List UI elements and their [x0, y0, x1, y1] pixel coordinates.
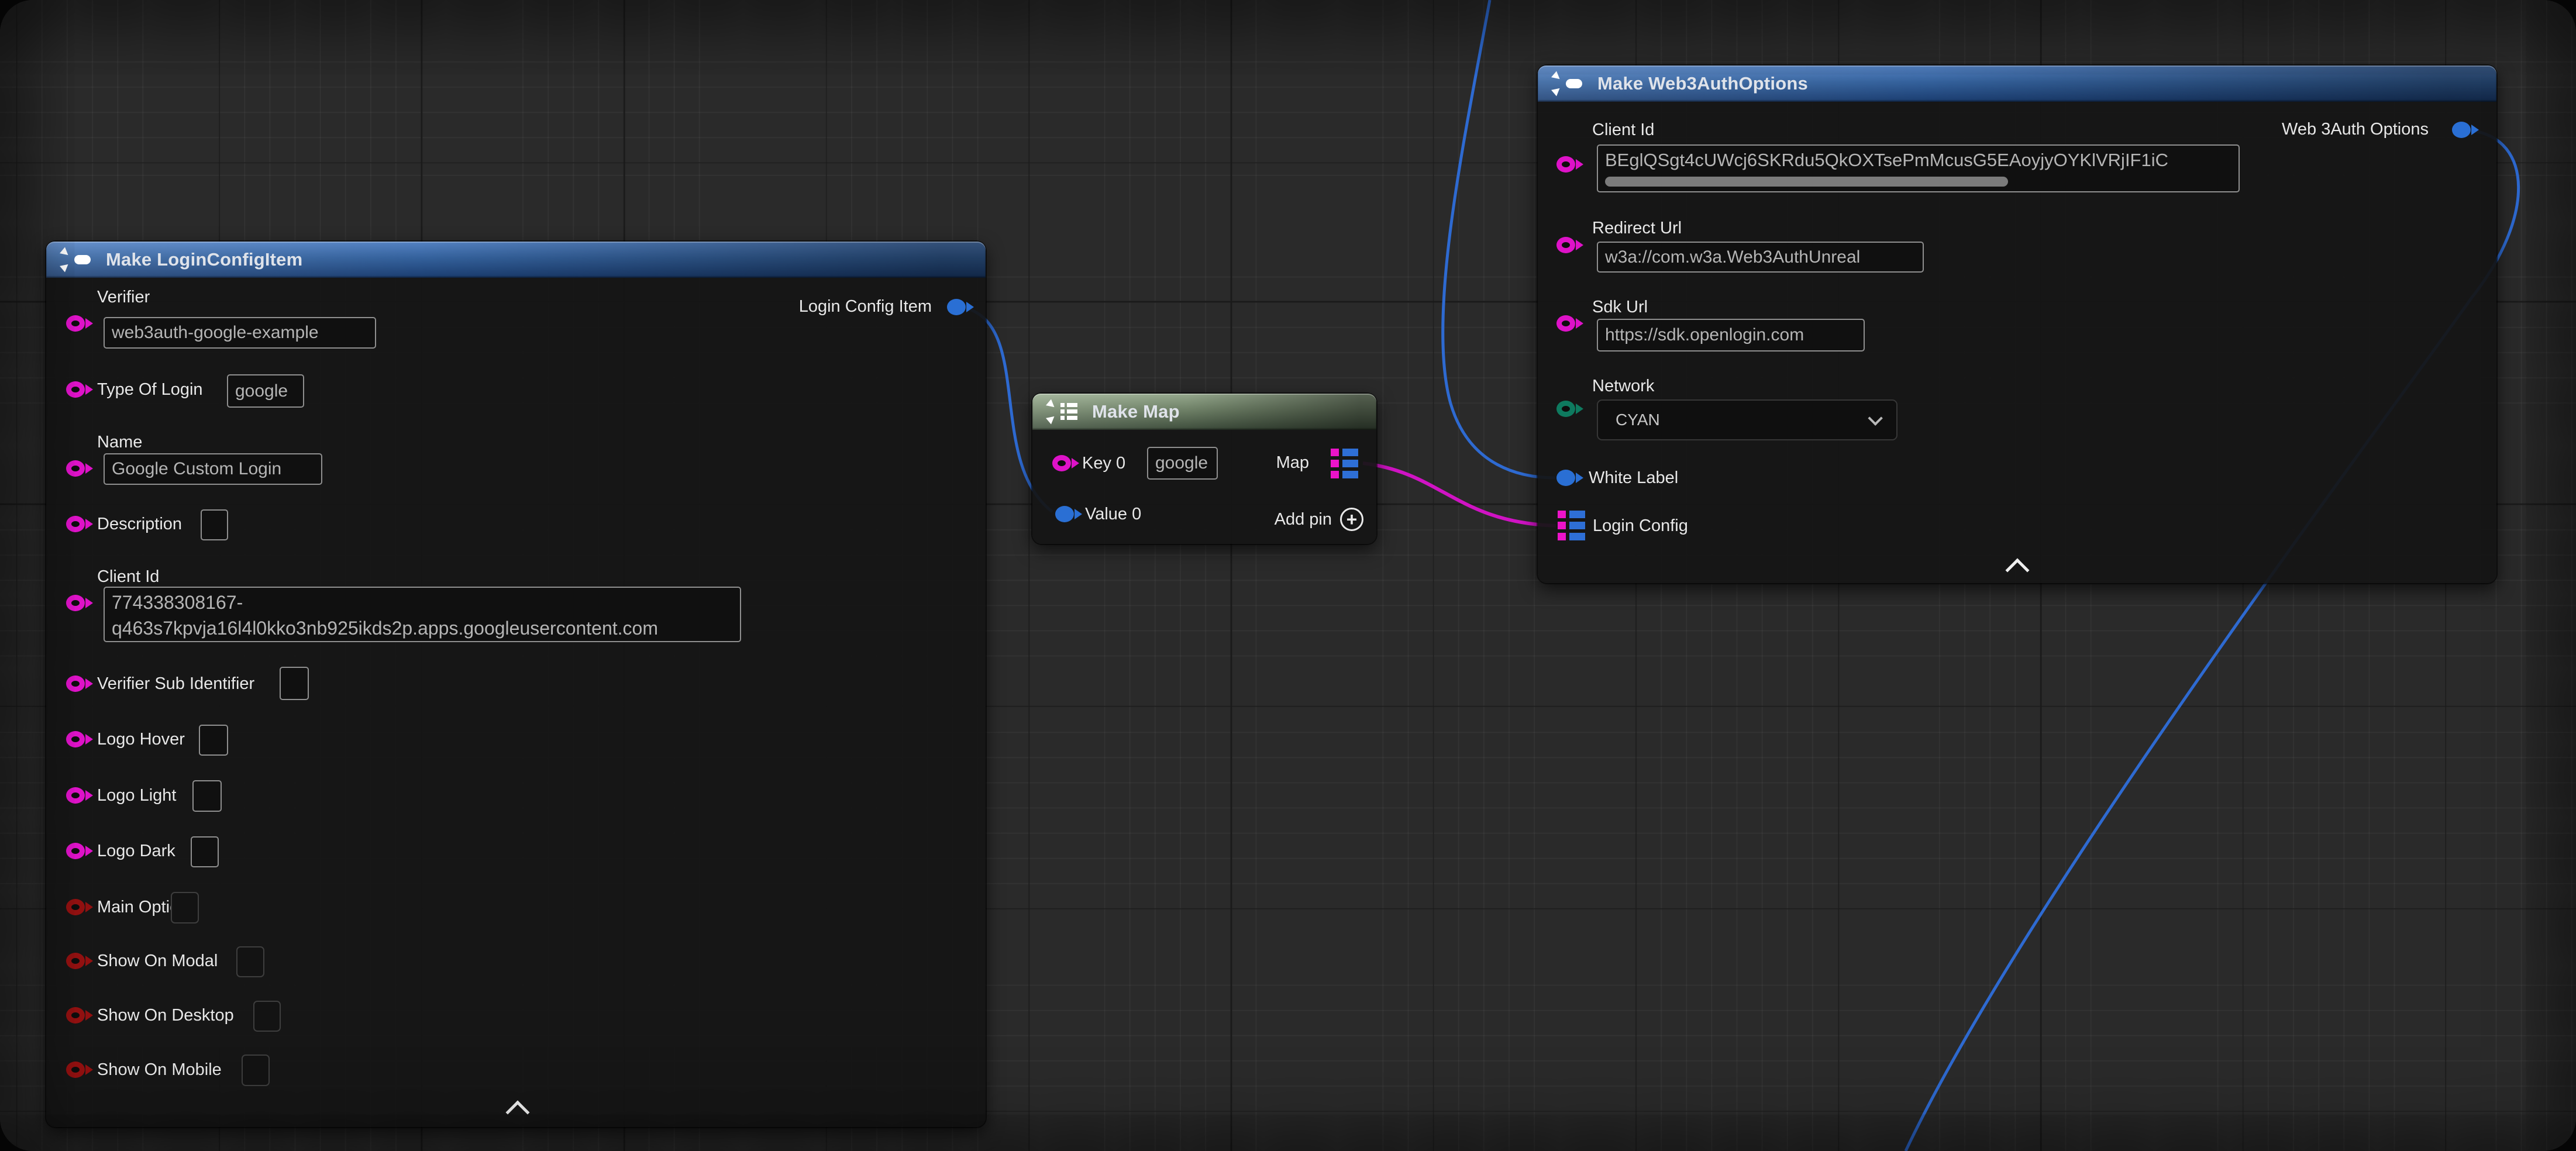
sdk-url-pin[interactable]	[1556, 315, 1575, 332]
client-id-label: Client Id	[97, 567, 159, 587]
show-on-mobile-checkbox[interactable]	[242, 1054, 270, 1086]
node-header-make-web3auth-options[interactable]: Make Web3AuthOptions	[1538, 66, 2496, 102]
name-input[interactable]: Google Custom Login	[104, 453, 322, 485]
chevron-down-icon	[1868, 411, 1882, 425]
redirect-url-input[interactable]: w3a://com.w3a.Web3AuthUnreal	[1597, 242, 1924, 273]
node-title: Make Map	[1092, 401, 1180, 422]
show-on-desktop-pin[interactable]	[66, 1007, 85, 1024]
logo-dark-pin[interactable]	[66, 843, 85, 859]
logo-light-input[interactable]	[192, 780, 222, 812]
node-make-login-config-item[interactable]: Make LoginConfigItem Verifier web3auth-g…	[46, 242, 986, 1127]
key0-input[interactable]: google	[1147, 447, 1218, 480]
description-label: Description	[97, 514, 182, 534]
verifier-label: Verifier	[97, 287, 150, 307]
type-of-login-pin[interactable]	[66, 381, 85, 398]
redirect-url-label: Redirect Url	[1592, 218, 1682, 238]
white-label-pin[interactable]	[1556, 470, 1575, 486]
add-pin-button[interactable]: Add pin +	[1275, 508, 1363, 531]
logo-light-label: Logo Light	[97, 785, 176, 805]
client-id-line1: 774338308167-	[112, 590, 733, 615]
sdk-url-label: Sdk Url	[1592, 297, 1648, 317]
show-on-mobile-label: Show On Mobile	[97, 1060, 222, 1080]
verifier-input[interactable]: web3auth-google-example	[104, 317, 376, 349]
collapse-node-chevron-icon[interactable]	[2005, 558, 2029, 582]
client-id-pin[interactable]	[66, 595, 85, 611]
key0-label: Key 0	[1082, 453, 1125, 473]
logo-dark-label: Logo Dark	[97, 841, 175, 861]
verifier-sub-identifier-input[interactable]	[280, 667, 309, 700]
login-config-label: Login Config	[1593, 516, 1688, 536]
network-dropdown[interactable]: CYAN	[1597, 399, 1897, 440]
show-on-modal-pin[interactable]	[66, 953, 85, 969]
show-on-modal-checkbox[interactable]	[236, 946, 264, 977]
logo-hover-label: Logo Hover	[97, 729, 185, 749]
value0-label: Value 0	[1085, 504, 1141, 524]
logo-hover-input[interactable]	[199, 725, 228, 756]
show-on-mobile-pin[interactable]	[66, 1062, 85, 1078]
show-on-modal-label: Show On Modal	[97, 951, 218, 971]
login-config-pin[interactable]	[1558, 511, 1585, 540]
node-header-make-login-config-item[interactable]: Make LoginConfigItem	[46, 242, 986, 278]
add-pin-plus-icon: +	[1340, 508, 1363, 531]
value0-pin[interactable]	[1055, 506, 1074, 522]
name-pin[interactable]	[66, 460, 85, 477]
blueprint-graph-canvas[interactable]: Make LoginConfigItem Verifier web3auth-g…	[0, 0, 2576, 1151]
description-input[interactable]	[201, 509, 228, 540]
main-option-checkbox[interactable]	[171, 892, 199, 923]
web3auth-options-output-pin[interactable]	[2452, 122, 2471, 138]
map-output-label: Map	[1276, 453, 1309, 473]
make-struct-icon	[61, 248, 95, 271]
client-id-input[interactable]: 774338308167- q463s7kpvja16l4l0kko3nb925…	[104, 587, 741, 642]
add-pin-label: Add pin	[1275, 510, 1332, 529]
client-id-input[interactable]: BEglQSgt4cUWcj6SKRdu5QkOXTsePmMcusG5EAoy…	[1597, 144, 2240, 192]
verifier-sub-identifier-pin[interactable]	[66, 676, 85, 692]
logo-light-pin[interactable]	[66, 787, 85, 804]
name-label: Name	[97, 432, 142, 452]
white-label-label: White Label	[1589, 468, 1678, 488]
client-id-line2: q463s7kpvja16l4l0kko3nb925ikds2p.apps.go…	[112, 615, 733, 641]
client-id-scrollbar[interactable]	[1605, 177, 2008, 187]
verifier-pin[interactable]	[66, 315, 85, 332]
key0-pin[interactable]	[1052, 455, 1071, 471]
make-struct-icon	[1553, 72, 1587, 95]
type-of-login-label: Type Of Login	[97, 380, 203, 399]
show-on-desktop-label: Show On Desktop	[97, 1005, 234, 1025]
make-container-icon	[1048, 400, 1082, 423]
type-of-login-input[interactable]: google	[227, 374, 304, 408]
login-config-item-output-label: Login Config Item	[799, 297, 932, 316]
client-id-pin[interactable]	[1556, 156, 1575, 173]
redirect-url-pin[interactable]	[1556, 237, 1575, 253]
login-config-item-output-pin[interactable]	[947, 299, 966, 315]
logo-dark-input[interactable]	[191, 836, 219, 867]
network-pin[interactable]	[1556, 401, 1575, 417]
show-on-desktop-checkbox[interactable]	[253, 1001, 281, 1032]
node-title: Make LoginConfigItem	[106, 249, 302, 270]
node-title: Make Web3AuthOptions	[1597, 73, 1808, 94]
network-label: Network	[1592, 376, 1654, 396]
sdk-url-input[interactable]: https://sdk.openlogin.com	[1597, 319, 1865, 351]
verifier-sub-identifier-label: Verifier Sub Identifier	[97, 674, 254, 694]
web3auth-options-output-label: Web 3Auth Options	[2282, 120, 2429, 139]
client-id-label: Client Id	[1592, 120, 1654, 140]
description-pin[interactable]	[66, 516, 85, 532]
map-output-pin[interactable]	[1331, 449, 1358, 478]
logo-hover-pin[interactable]	[66, 731, 85, 747]
node-make-web3auth-options[interactable]: Make Web3AuthOptions Client Id BEglQSgt4…	[1538, 66, 2496, 583]
wire-map-to-login-config[interactable]	[1363, 463, 1556, 526]
network-dropdown-value: CYAN	[1616, 411, 1660, 429]
node-make-map[interactable]: Make Map Key 0 google Map Value 0 Add pi…	[1032, 394, 1376, 544]
node-header-make-map[interactable]: Make Map	[1032, 394, 1376, 430]
collapse-node-chevron-icon[interactable]	[505, 1100, 529, 1124]
client-id-text: BEglQSgt4cUWcj6SKRdu5QkOXTsePmMcusG5EAoy…	[1605, 147, 2231, 174]
main-option-pin[interactable]	[66, 899, 85, 915]
